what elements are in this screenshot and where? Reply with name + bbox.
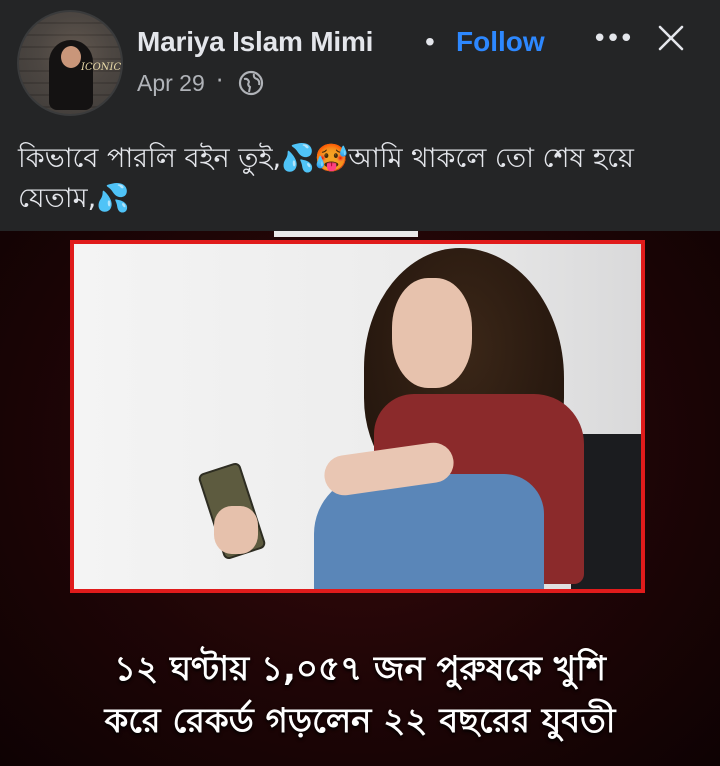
avatar-face bbox=[61, 46, 81, 68]
author-name[interactable]: Mariya Islam Mimi bbox=[137, 26, 373, 58]
post-caption: কিভাবে পারলি বইন তুই,💦🥵আমি থাকলে তো শেষ … bbox=[18, 143, 634, 214]
more-options-icon[interactable]: ••• bbox=[592, 24, 634, 54]
name-separator: • bbox=[425, 26, 435, 57]
close-icon[interactable] bbox=[655, 22, 687, 54]
avatar-tag: ICONIC bbox=[81, 62, 122, 73]
date-separator: · bbox=[216, 68, 224, 94]
image-top-strip bbox=[274, 231, 418, 237]
photo-face bbox=[392, 278, 472, 388]
headline-line-2: করে রেকর্ড গড়লেন ২২ বছরের যুবতী bbox=[104, 701, 616, 741]
follow-button[interactable]: Follow bbox=[456, 26, 545, 58]
photo-frame bbox=[70, 240, 645, 593]
photo-hand bbox=[214, 506, 258, 554]
post-date[interactable]: Apr 29 bbox=[137, 70, 205, 97]
post-image[interactable]: ১২ ঘণ্টায় ১,০৫৭ জন পুরুষকে খুশি করে রেক… bbox=[0, 231, 720, 766]
author-avatar[interactable]: ICONIC bbox=[17, 10, 123, 116]
headline-line-1: ১২ ঘণ্টায় ১,০৫৭ জন পুরুষকে খুশি bbox=[114, 649, 606, 689]
image-headline: ১২ ঘণ্টায় ১,০৫৭ জন পুরুষকে খুশি করে রেক… bbox=[0, 643, 720, 747]
globe-icon bbox=[238, 70, 264, 96]
post-header: ICONIC Mariya Islam Mimi • Follow ••• Ap… bbox=[0, 0, 720, 118]
